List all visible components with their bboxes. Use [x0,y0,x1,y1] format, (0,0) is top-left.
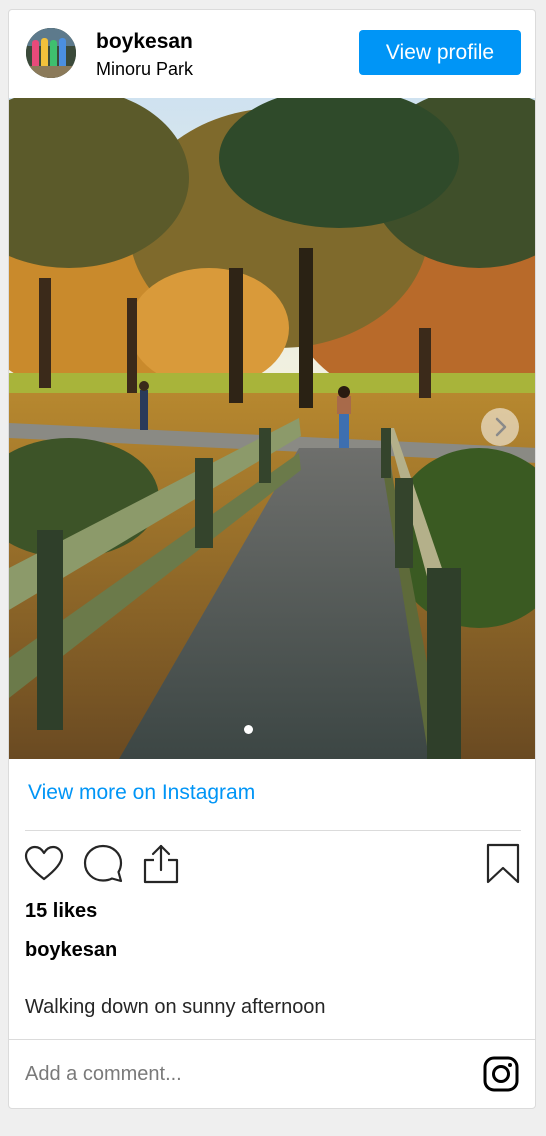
caption-username[interactable]: boykesan [25,939,117,962]
avatar-image [26,28,76,78]
share-button[interactable] [140,842,182,886]
chevron-right-icon [495,417,507,437]
post-header: boykesan Minoru Park View profile [9,10,535,98]
park-bridge-photo [9,98,535,759]
section-divider [25,830,521,831]
carousel-indicator-dot [244,725,253,734]
view-profile-button[interactable]: View profile [359,30,521,75]
post-photo[interactable] [9,98,535,759]
add-comment-input[interactable] [25,1056,455,1092]
post-username[interactable]: boykesan [96,30,193,54]
share-icon [143,844,179,884]
save-button[interactable] [485,842,521,886]
comment-button[interactable] [82,843,124,885]
view-more-on-instagram-link[interactable]: View more on Instagram [28,781,255,805]
comment-icon [83,844,123,883]
like-button[interactable] [23,843,65,885]
heart-icon [24,845,64,881]
post-location[interactable]: Minoru Park [96,59,193,80]
likes-count[interactable]: 15 likes [25,900,97,923]
carousel-next-button[interactable] [481,408,519,446]
comment-divider [9,1039,535,1040]
bookmark-icon [486,843,520,884]
avatar[interactable] [26,28,76,78]
post-caption: Walking down on sunny afternoon [25,996,326,1018]
instagram-logo-link[interactable] [483,1056,519,1092]
instagram-embed-card: boykesan Minoru Park View profile View m… [8,9,536,1109]
instagram-icon [483,1056,519,1092]
